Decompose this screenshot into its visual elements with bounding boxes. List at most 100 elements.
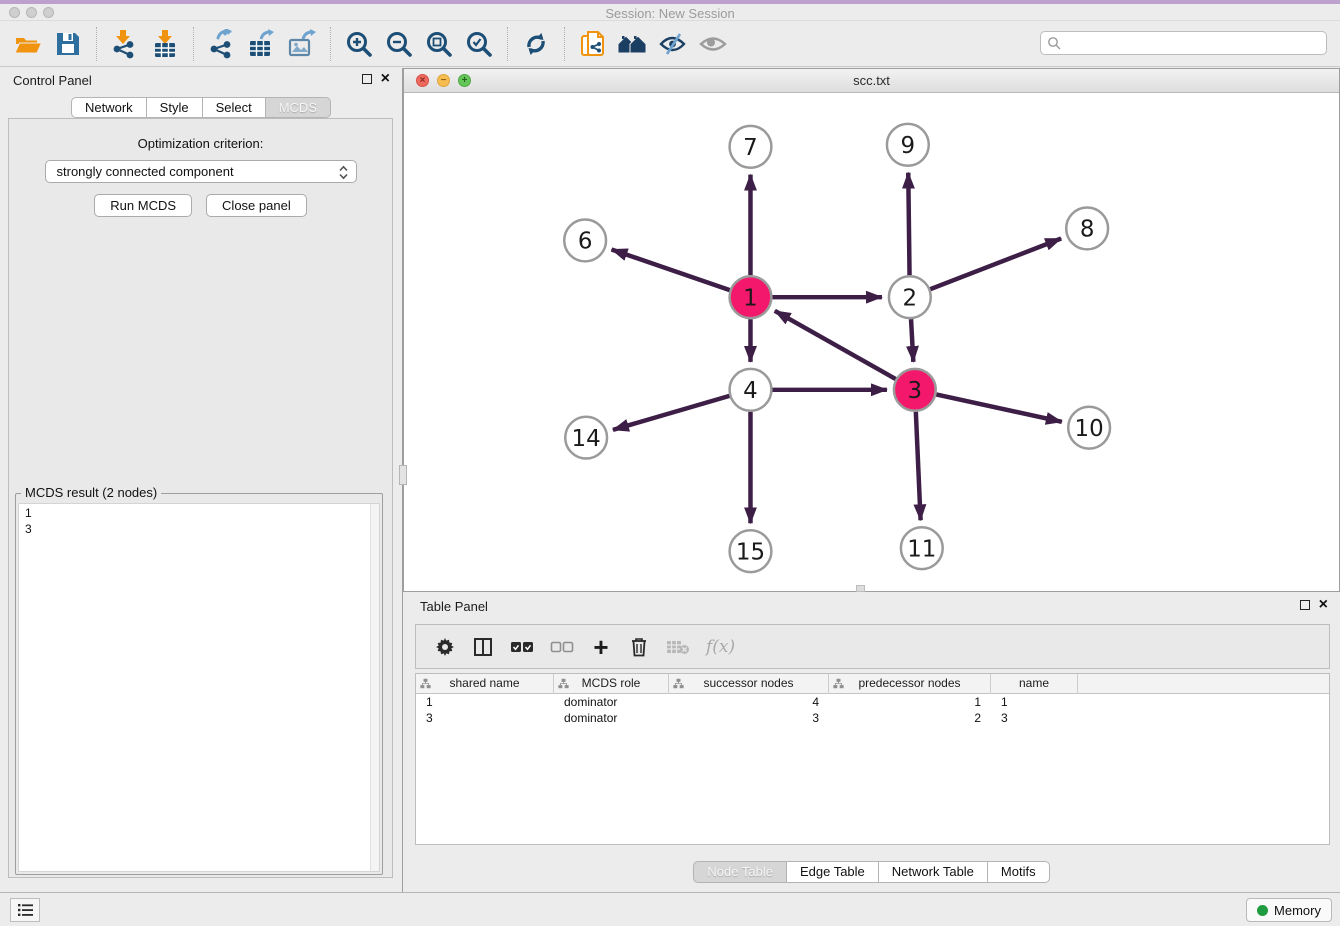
tab-style[interactable]: Style — [147, 97, 203, 118]
delete-table-button[interactable] — [666, 635, 690, 659]
zoom-in-button[interactable] — [339, 25, 379, 63]
graph-edge-1-6[interactable] — [612, 249, 730, 290]
import-table-button[interactable] — [145, 25, 185, 63]
zoom-out-button[interactable] — [379, 25, 419, 63]
graph-node-1[interactable]: 1 — [730, 276, 772, 318]
open-folder-icon — [13, 30, 43, 58]
graph-node-4[interactable]: 4 — [730, 369, 772, 411]
panel-splitter-handle[interactable] — [856, 585, 865, 592]
column-tree-icon — [420, 678, 431, 689]
mcds-result-area[interactable]: 1 3 — [18, 503, 380, 872]
table-cell: 3 — [416, 710, 554, 726]
tab-node-table[interactable]: Node Table — [693, 861, 787, 883]
table-cell: 4 — [669, 694, 829, 710]
graph-edge-2-8[interactable] — [930, 239, 1061, 290]
graph-node-10[interactable]: 10 — [1068, 407, 1110, 449]
column-header-predecessor-nodes[interactable]: predecessor nodes — [829, 674, 991, 694]
zoom-selected-button[interactable] — [459, 25, 499, 63]
save-session-button[interactable] — [48, 25, 88, 63]
deselect-all-rows-button[interactable] — [550, 635, 574, 659]
graph-node-14[interactable]: 14 — [565, 417, 607, 459]
control-panel: Control Panel × Network Style Select MCD… — [0, 68, 403, 892]
graph-edge-3-11[interactable] — [916, 412, 921, 521]
graph-edge-4-14[interactable] — [613, 396, 730, 430]
show-eye-button[interactable] — [693, 25, 733, 63]
graph-node-8[interactable]: 8 — [1066, 208, 1108, 250]
zoom-selected-icon — [465, 30, 493, 58]
criterion-dropdown[interactable]: strongly connected component — [45, 160, 357, 183]
table-row[interactable]: 1dominator411 — [416, 694, 1329, 710]
network-window-titlebar[interactable]: × − + scc.txt — [404, 69, 1339, 93]
export-table-button[interactable] — [242, 25, 282, 63]
column-header-successor-nodes[interactable]: successor nodes — [669, 674, 829, 694]
graph-node-label: 7 — [743, 135, 758, 161]
panel-splitter-handle[interactable] — [399, 465, 407, 485]
graph-edge-2-9[interactable] — [908, 173, 909, 276]
network-canvas[interactable]: 7 9 6 8 1 2 4 3 14 10 15 11 — [404, 93, 1339, 591]
control-panel-title: Control Panel — [13, 73, 92, 88]
hide-panels-button[interactable] — [653, 25, 693, 63]
search-field — [1040, 31, 1327, 55]
export-network-button[interactable] — [202, 25, 242, 63]
column-header-shared-name[interactable]: shared name — [416, 674, 554, 694]
titlebar[interactable]: Session: New Session — [0, 4, 1340, 21]
table-cell: 2 — [829, 710, 991, 726]
delete-column-button[interactable] — [628, 635, 650, 659]
graph-node-3[interactable]: 3 — [894, 369, 936, 411]
select-all-rows-button[interactable] — [510, 635, 534, 659]
graph-edge-3-10[interactable] — [936, 394, 1062, 421]
column-header-label: shared name — [449, 676, 519, 690]
graph-edge-2-3[interactable] — [911, 319, 913, 362]
graph-node-2[interactable]: 2 — [889, 276, 931, 318]
open-session-button[interactable] — [8, 25, 48, 63]
graph-edge-3-1[interactable] — [775, 311, 896, 379]
close-panel-icon[interactable]: × — [381, 74, 390, 84]
refresh-button[interactable] — [516, 25, 556, 63]
column-header-MCDS-role[interactable]: MCDS role — [554, 674, 669, 694]
result-scrollbar[interactable] — [370, 504, 379, 871]
graph-node-9[interactable]: 9 — [887, 124, 929, 166]
clone-network-button[interactable] — [573, 25, 613, 63]
graph-node-6[interactable]: 6 — [564, 219, 606, 261]
tab-network-table[interactable]: Network Table — [879, 861, 988, 883]
export-image-button[interactable] — [282, 25, 322, 63]
graph-node-label: 2 — [903, 285, 918, 311]
search-input[interactable] — [1040, 31, 1327, 55]
close-panel-icon[interactable]: × — [1319, 600, 1328, 610]
import-network-icon — [111, 29, 139, 59]
close-panel-button[interactable]: Close panel — [206, 194, 307, 217]
tab-motifs[interactable]: Motifs — [988, 861, 1050, 883]
eye-slash-icon — [658, 32, 688, 56]
table-settings-button[interactable] — [434, 635, 456, 659]
trash-icon — [630, 636, 648, 657]
float-panel-icon[interactable] — [1300, 600, 1310, 610]
graph-node-15[interactable]: 15 — [730, 530, 772, 572]
function-builder-button[interactable]: f(x) — [706, 635, 735, 659]
table-row[interactable]: 3dominator323 — [416, 710, 1329, 726]
float-panel-icon[interactable] — [362, 74, 372, 84]
tab-network[interactable]: Network — [71, 97, 147, 118]
zoom-fit-button[interactable] — [419, 25, 459, 63]
table-panel-title: Table Panel — [420, 599, 488, 614]
tab-edge-table[interactable]: Edge Table — [787, 861, 879, 883]
import-network-button[interactable] — [105, 25, 145, 63]
show-columns-button[interactable] — [472, 635, 494, 659]
column-header-name[interactable]: name — [991, 674, 1078, 694]
home-button[interactable] — [613, 25, 653, 63]
add-column-button[interactable]: + — [590, 635, 612, 659]
graph-node-11[interactable]: 11 — [901, 527, 943, 569]
run-mcds-button[interactable]: Run MCDS — [94, 194, 192, 217]
memory-button[interactable]: Memory — [1246, 898, 1332, 922]
criterion-dropdown-value: strongly connected component — [57, 164, 234, 179]
table-cell: 1 — [416, 694, 554, 710]
graph-node-7[interactable]: 7 — [730, 126, 772, 168]
column-tree-icon — [673, 678, 684, 689]
control-panel-header: Control Panel × — [0, 68, 402, 94]
mcds-panel: Optimization criterion: strongly connect… — [8, 118, 393, 878]
task-history-button[interactable] — [10, 898, 40, 922]
main-toolbar — [0, 21, 1340, 67]
tab-select[interactable]: Select — [203, 97, 266, 118]
tab-mcds[interactable]: MCDS — [266, 97, 331, 118]
toolbar-separator — [507, 27, 508, 61]
search-icon — [1047, 36, 1062, 51]
